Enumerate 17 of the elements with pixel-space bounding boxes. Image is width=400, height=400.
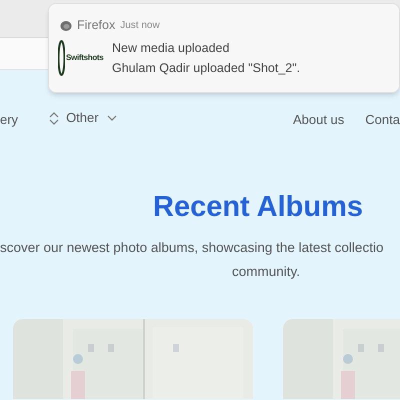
app-name: Firefox bbox=[77, 17, 116, 34]
notification-title: New media uploaded bbox=[112, 40, 230, 57]
notification-card[interactable]: Firefox Just now Swiftshots New media uploaded Ghulam Qadir uploaded "Shot_2". bbox=[48, 3, 400, 93]
nav-dropdown[interactable]: Other bbox=[66, 108, 117, 128]
nav-link[interactable]: About us bbox=[292, 110, 344, 130]
notification-body: Ghulam Qadir uploaded "Shot_2". bbox=[112, 60, 300, 77]
swirl-icon bbox=[58, 40, 65, 76]
firefox-icon bbox=[60, 20, 72, 31]
logo-text: Swiftshots bbox=[66, 52, 104, 63]
notification-time: Just now bbox=[120, 18, 160, 33]
description-line: community. bbox=[232, 263, 300, 281]
chevron-down-icon bbox=[106, 115, 117, 121]
description-line: scover our newest photo albums, showcasing the latest collectio bbox=[0, 239, 384, 257]
nav-link[interactable]: Conta bbox=[365, 110, 400, 130]
sort-icon bbox=[48, 110, 60, 126]
section-heading: Recent Albums bbox=[152, 190, 364, 224]
nav-link[interactable]: ery bbox=[0, 110, 18, 130]
